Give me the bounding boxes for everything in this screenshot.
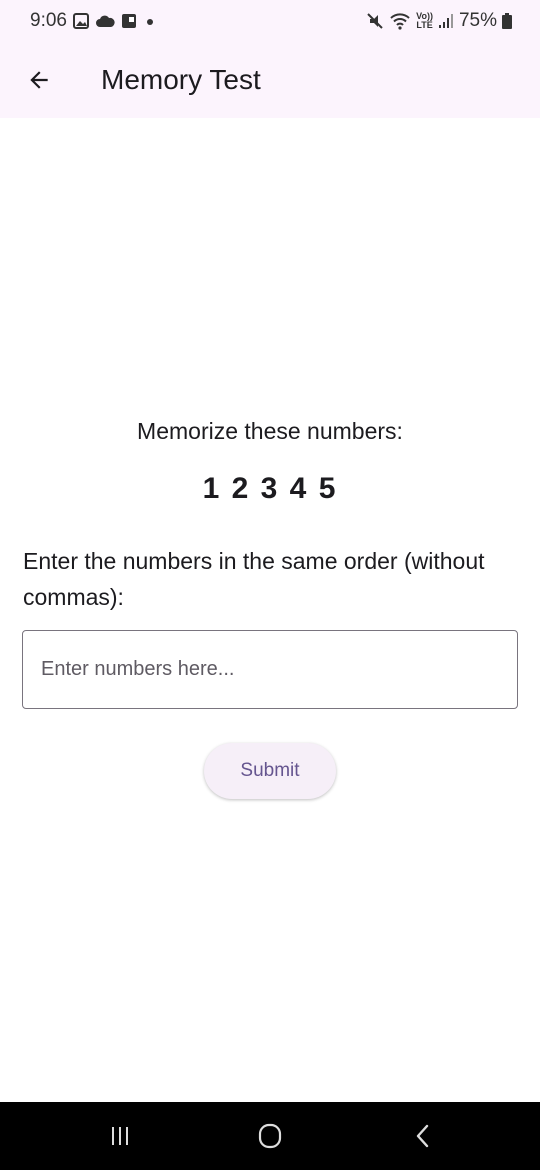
signal-icon xyxy=(438,13,454,29)
battery-percent: 75% xyxy=(458,10,497,31)
wifi-icon xyxy=(389,12,411,30)
numbers-to-memorize: 1 2 3 4 5 xyxy=(202,472,338,505)
image-icon xyxy=(72,13,89,29)
cloud-icon xyxy=(95,14,115,28)
status-bar: 9:06 Vo)) LTE 75% xyxy=(0,0,540,42)
arrow-back-icon xyxy=(30,71,48,89)
dot-icon xyxy=(143,14,157,28)
volte-icon: Vo)) LTE xyxy=(416,11,433,30)
memorize-label: Memorize these numbers: xyxy=(137,418,403,444)
back-icon xyxy=(416,1124,429,1148)
page-title: Memory Test xyxy=(101,64,261,95)
instructions-text: Enter the numbers in the same order (wit… xyxy=(23,548,485,610)
system-nav-bar xyxy=(0,1102,540,1170)
status-bar-left: 9:06 xyxy=(30,10,157,32)
battery-icon xyxy=(502,13,512,29)
numbers-input-field[interactable] xyxy=(22,630,518,709)
recents-icon xyxy=(112,1127,128,1145)
recents-button[interactable] xyxy=(80,1102,160,1170)
nav-back-button[interactable] xyxy=(383,1102,463,1170)
submit-button[interactable]: Submit xyxy=(204,743,336,799)
status-time: 9:06 xyxy=(30,10,67,31)
submit-button-label: Submit xyxy=(240,760,300,781)
mute-icon xyxy=(366,12,384,30)
back-button[interactable] xyxy=(11,52,67,108)
home-icon xyxy=(258,1123,282,1149)
home-button[interactable] xyxy=(230,1102,310,1170)
app-bar: Memory Test xyxy=(0,42,540,118)
app-icon xyxy=(121,13,137,29)
numbers-input[interactable] xyxy=(39,657,503,682)
status-bar-right: Vo)) LTE 75% xyxy=(366,10,512,32)
